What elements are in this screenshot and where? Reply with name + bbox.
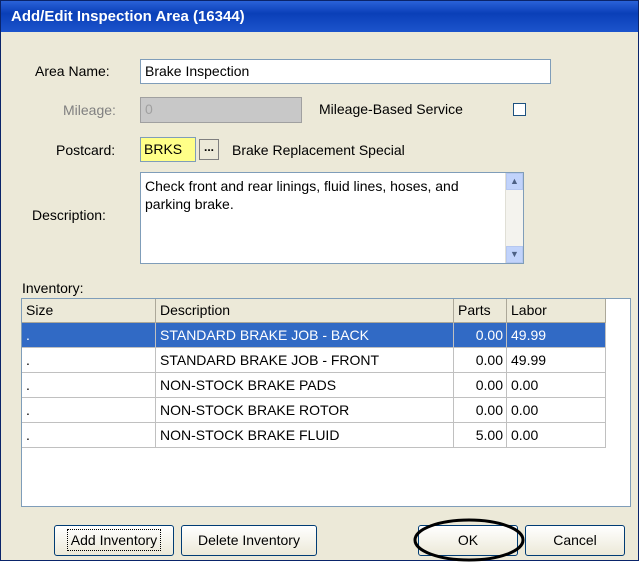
description-textarea[interactable]: Check front and rear linings, fluid line…: [140, 172, 524, 264]
cell-labor: 49.99: [507, 348, 606, 373]
cell-labor: 0.00: [507, 373, 606, 398]
cell-parts: 5.00: [454, 423, 507, 448]
cell-description: NON-STOCK BRAKE ROTOR: [156, 398, 454, 423]
highlight-ellipse-annotation: [413, 518, 525, 562]
mileage-based-label: Mileage-Based Service: [319, 101, 463, 117]
table-row[interactable]: . NON-STOCK BRAKE FLUID 5.00 0.00: [22, 423, 606, 448]
postcard-field[interactable]: BRKS: [140, 137, 196, 162]
cell-description: STANDARD BRAKE JOB - FRONT: [156, 348, 454, 373]
postcard-description: Brake Replacement Special: [232, 142, 405, 158]
column-header-labor[interactable]: Labor: [507, 299, 606, 323]
mileage-field: 0: [140, 97, 302, 123]
cell-size: .: [22, 398, 156, 423]
dialog-window: Add/Edit Inspection Area (16344) Area Na…: [0, 0, 639, 562]
cell-labor: 49.99: [507, 323, 606, 348]
mileage-based-checkbox[interactable]: [513, 103, 526, 116]
add-inventory-button[interactable]: Add Inventory: [54, 525, 174, 556]
column-header-parts[interactable]: Parts: [454, 299, 507, 323]
table-row[interactable]: . NON-STOCK BRAKE ROTOR 0.00 0.00: [22, 398, 606, 423]
cell-size: .: [22, 423, 156, 448]
cancel-button[interactable]: Cancel: [525, 525, 625, 556]
column-header-size[interactable]: Size: [22, 299, 156, 323]
cell-size: .: [22, 323, 156, 348]
delete-inventory-button[interactable]: Delete Inventory: [181, 525, 317, 556]
description-label: Description:: [32, 207, 106, 223]
cell-description: STANDARD BRAKE JOB - BACK: [156, 323, 454, 348]
cell-parts: 0.00: [454, 348, 507, 373]
cell-parts: 0.00: [454, 323, 507, 348]
cell-description: NON-STOCK BRAKE PADS: [156, 373, 454, 398]
cell-parts: 0.00: [454, 373, 507, 398]
cancel-label: Cancel: [553, 532, 597, 548]
scroll-up-arrow-icon[interactable]: ▲: [506, 173, 523, 190]
cell-labor: 0.00: [507, 398, 606, 423]
title-bar: Add/Edit Inspection Area (16344): [1, 1, 638, 32]
area-name-field[interactable]: Brake Inspection: [140, 59, 551, 84]
postcard-browse-button[interactable]: ...: [199, 139, 219, 160]
scroll-down-arrow-icon[interactable]: ▼: [506, 246, 523, 263]
cell-size: .: [22, 373, 156, 398]
table-row[interactable]: . NON-STOCK BRAKE PADS 0.00 0.00: [22, 373, 606, 398]
delete-inventory-label: Delete Inventory: [198, 532, 300, 548]
cell-description: NON-STOCK BRAKE FLUID: [156, 423, 454, 448]
column-header-description[interactable]: Description: [156, 299, 454, 323]
add-inventory-label: Add Inventory: [66, 529, 162, 551]
inventory-label: Inventory:: [22, 280, 84, 296]
area-name-label: Area Name:: [35, 63, 110, 79]
cell-size: .: [22, 348, 156, 373]
inventory-grid[interactable]: Size Description Parts Labor . STANDARD …: [21, 298, 631, 507]
table-row[interactable]: . STANDARD BRAKE JOB - BACK 0.00 49.99: [22, 323, 606, 348]
table-row[interactable]: . STANDARD BRAKE JOB - FRONT 0.00 49.99: [22, 348, 606, 373]
cell-labor: 0.00: [507, 423, 606, 448]
postcard-label: Postcard:: [56, 142, 116, 158]
mileage-label: Mileage:: [63, 102, 116, 118]
cell-parts: 0.00: [454, 398, 507, 423]
description-scrollbar[interactable]: ▲ ▼: [505, 173, 523, 263]
description-text: Check front and rear linings, fluid line…: [145, 178, 459, 212]
